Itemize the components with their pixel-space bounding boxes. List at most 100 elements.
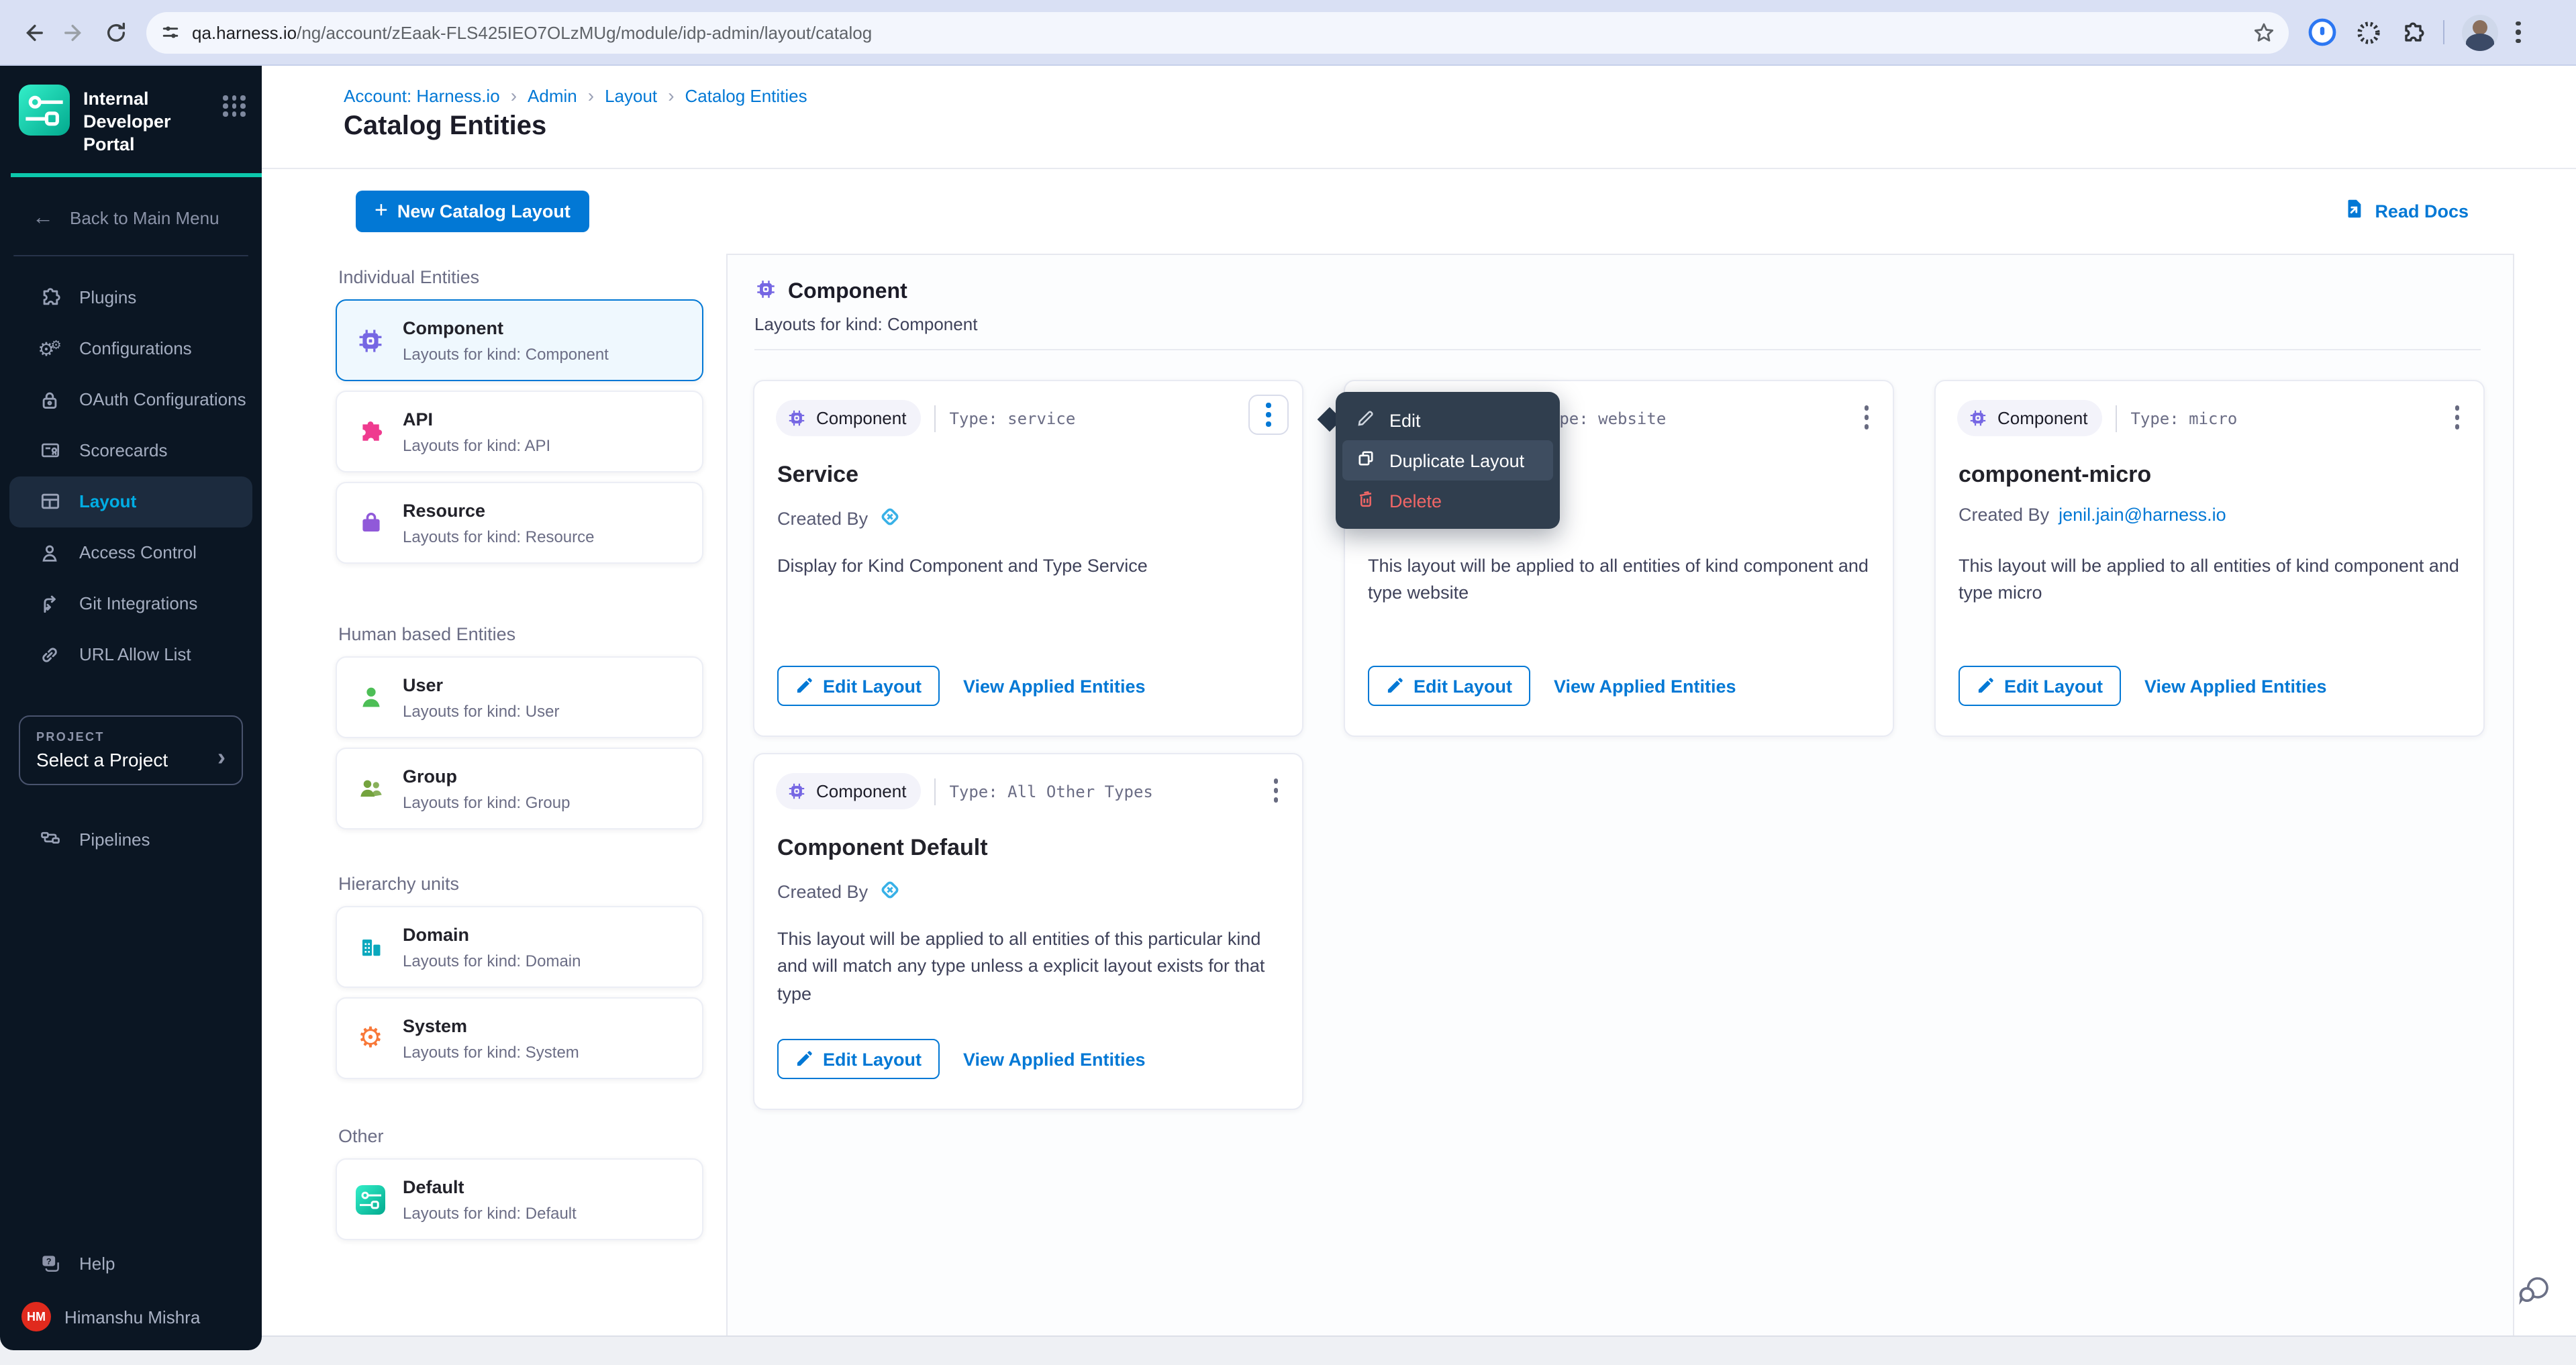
domain-buildings-icon (353, 933, 388, 961)
breadcrumb-catalog-entities[interactable]: Catalog Entities (685, 85, 807, 105)
user-menu[interactable]: HM Himanshu Mishra (0, 1288, 262, 1331)
layout-title: Service (777, 462, 858, 489)
creator-email-link[interactable]: jenil.jain@harness.io (2059, 505, 2226, 525)
entity-item-group[interactable]: GroupLayouts for kind: Group (336, 748, 703, 829)
chevron-right-icon: › (217, 743, 226, 771)
view-applied-entities-link[interactable]: View Applied Entities (963, 1049, 1146, 1069)
bottom-strip (0, 1335, 2576, 1365)
sidebar-item-pipelines[interactable]: Pipelines (0, 814, 262, 865)
doc-arrow-icon (2342, 197, 2365, 224)
breadcrumb-account[interactable]: Account: Harness.io (344, 85, 500, 105)
layout-title: component-micro (1959, 462, 2151, 489)
layout-card-service: Component Type: service Service Created … (753, 380, 1303, 737)
extensions-puzzle-icon[interactable] (2400, 19, 2426, 45)
page: qa.harness.io/ng/account/zEaak-FLS425IEO… (0, 0, 2576, 1365)
sidebar-item-configurations[interactable]: ⚙⚙ Configurations (0, 323, 262, 374)
menu-item-duplicate-layout[interactable]: Duplicate Layout (1342, 440, 1553, 481)
sidebar-item-url-allow-list[interactable]: URL Allow List (0, 629, 262, 680)
entity-item-component[interactable]: ComponentLayouts for kind: Component (336, 299, 703, 381)
component-chip-icon (787, 408, 807, 428)
idp-logo (19, 85, 70, 142)
edit-layout-button[interactable]: Edit Layout (777, 666, 939, 706)
breadcrumb-separator: › (668, 85, 674, 106)
card-menu-button[interactable] (1248, 395, 1289, 435)
forward-icon[interactable] (63, 21, 86, 44)
layouts-panel: Component Layouts for kind: Component Co… (728, 255, 2513, 1335)
duplicate-icon (1356, 448, 1376, 472)
kind-subtitle: Layouts for kind: Component (754, 314, 977, 334)
menu-item-edit[interactable]: Edit (1342, 400, 1553, 440)
edit-layout-button[interactable]: Edit Layout (1959, 666, 2120, 706)
entity-item-resource[interactable]: ResourceLayouts for kind: Resource (336, 482, 703, 564)
sidebar-item-scorecards[interactable]: Scorecards (0, 425, 262, 476)
read-docs-link[interactable]: Read Docs (2342, 197, 2469, 224)
lock-icon (38, 389, 62, 410)
extension-spinner-icon[interactable] (2355, 18, 2383, 46)
card-menu-button[interactable] (2455, 405, 2459, 429)
card-menu-button[interactable] (1273, 778, 1278, 802)
back-icon[interactable] (21, 21, 44, 44)
section-hierarchy-units: Hierarchy units (338, 874, 459, 894)
kind-divider (754, 349, 2481, 350)
group-icon (353, 774, 388, 803)
harness-creator-icon (877, 505, 901, 533)
page-header: Account: Harness.io › Admin › Layout › C… (262, 66, 2576, 169)
user-avatar: HM (21, 1302, 51, 1331)
view-applied-entities-link[interactable]: View Applied Entities (2144, 676, 2327, 696)
component-chip-icon (787, 781, 807, 801)
entity-item-domain[interactable]: DomainLayouts for kind: Domain (336, 906, 703, 988)
link-icon (38, 644, 62, 665)
sidebar: Internal Developer Portal ← Back to Main… (0, 66, 262, 1350)
sidebar-item-plugins[interactable]: Plugins (0, 272, 262, 323)
view-applied-entities-link[interactable]: View Applied Entities (963, 676, 1146, 696)
layout-description: This layout will be applied to all entit… (1959, 553, 2462, 607)
edit-layout-button[interactable]: Edit Layout (777, 1039, 939, 1079)
onepassword-extension-icon[interactable] (2308, 17, 2337, 47)
entity-item-user[interactable]: UserLayouts for kind: User (336, 656, 703, 738)
toolbar-divider (2443, 20, 2444, 44)
kind-badge: Component (1957, 400, 2102, 436)
breadcrumb-separator: › (588, 85, 594, 106)
support-chat-icon[interactable] (2516, 1272, 2552, 1315)
edit-layout-button[interactable]: Edit Layout (1368, 666, 1530, 706)
site-settings-icon[interactable] (160, 21, 181, 43)
section-human-entities: Human based Entities (338, 624, 515, 644)
project-selector[interactable]: PROJECT Select a Project › (19, 715, 243, 785)
sidebar-item-help[interactable]: ? Help (0, 1237, 262, 1288)
breadcrumb-admin[interactable]: Admin (528, 85, 577, 105)
badge-divider (934, 778, 936, 805)
user-name: Himanshu Mishra (64, 1307, 200, 1327)
kind-badge: Component (776, 400, 921, 436)
svg-text:?: ? (46, 1256, 51, 1266)
sidebar-item-git-integrations[interactable]: Git Integrations (0, 578, 262, 629)
type-text: Type: micro (2130, 409, 2237, 427)
section-individual-entities: Individual Entities (338, 267, 479, 287)
app-grid-icon[interactable] (223, 95, 246, 116)
sidebar-item-layout[interactable]: Layout (9, 476, 252, 527)
sidebar-item-oauth-configurations[interactable]: OAuth Configurations (0, 374, 262, 425)
sidebar-divider (13, 254, 248, 256)
scorecard-icon (38, 439, 62, 462)
card-menu-button[interactable] (1864, 405, 1869, 429)
action-toolbar: + New Catalog Layout Read Docs (262, 170, 2576, 254)
browser-chrome: qa.harness.io/ng/account/zEaak-FLS425IEO… (0, 0, 2576, 66)
pencil-icon (1356, 408, 1376, 432)
breadcrumb-layout[interactable]: Layout (605, 85, 657, 105)
menu-item-delete[interactable]: Delete (1342, 481, 1553, 521)
entity-item-api[interactable]: APILayouts for kind: API (336, 391, 703, 472)
new-catalog-layout-button[interactable]: + New Catalog Layout (356, 191, 589, 232)
created-by-row: Created By (777, 505, 901, 533)
refresh-icon[interactable] (105, 21, 128, 44)
browser-menu-icon[interactable] (2516, 21, 2520, 44)
breadcrumb: Account: Harness.io › Admin › Layout › C… (344, 85, 807, 106)
trash-icon (1356, 489, 1376, 513)
back-to-main-menu[interactable]: ← Back to Main Menu (0, 176, 262, 230)
url-bar[interactable]: qa.harness.io/ng/account/zEaak-FLS425IEO… (146, 11, 2289, 53)
entity-item-system[interactable]: ⚙ SystemLayouts for kind: System (336, 997, 703, 1079)
url-text[interactable]: qa.harness.io/ng/account/zEaak-FLS425IEO… (192, 22, 2252, 42)
browser-profile-avatar[interactable] (2462, 14, 2498, 50)
sidebar-item-access-control[interactable]: Access Control (0, 527, 262, 578)
bookmark-star-icon[interactable] (2252, 21, 2275, 44)
entity-item-default[interactable]: DefaultLayouts for kind: Default (336, 1158, 703, 1240)
view-applied-entities-link[interactable]: View Applied Entities (1554, 676, 1736, 696)
